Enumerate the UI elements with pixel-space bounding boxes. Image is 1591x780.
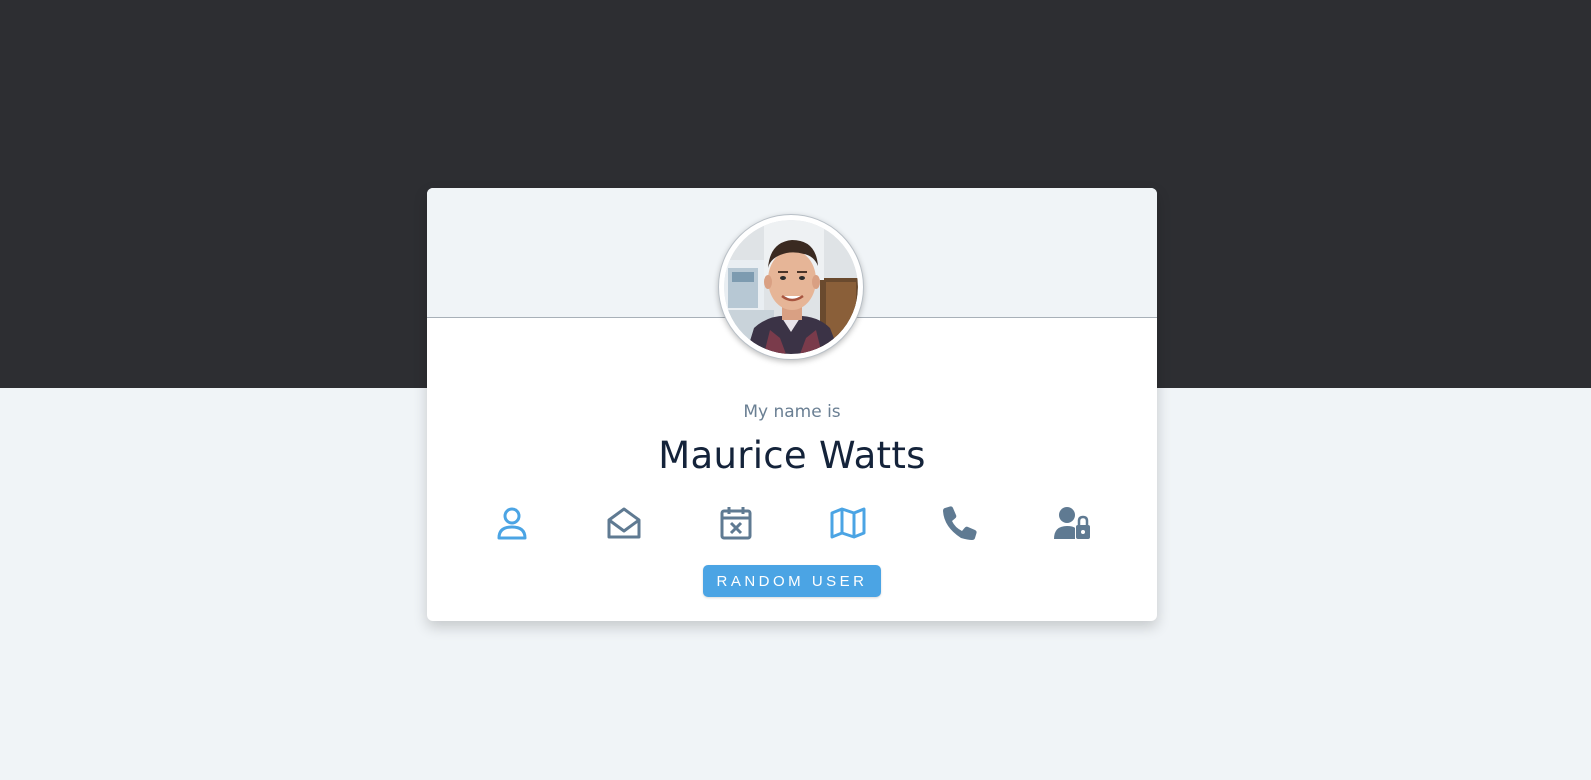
random-user-button[interactable]: RANDOM USER — [703, 565, 881, 597]
phone-icon[interactable] — [904, 503, 1016, 543]
avatar-photo — [724, 220, 858, 354]
info-value: Maurice Watts — [658, 434, 926, 477]
envelope-open-icon[interactable] — [568, 503, 680, 543]
calendar-times-icon[interactable] — [680, 503, 792, 543]
user-card: My name is Maurice Watts RANDOM USER — [427, 188, 1157, 621]
info-icon-row — [456, 503, 1128, 543]
info-label: My name is — [743, 402, 841, 422]
user-lock-icon[interactable] — [1016, 503, 1128, 543]
user-icon[interactable] — [456, 503, 568, 543]
map-icon[interactable] — [792, 503, 904, 543]
avatar — [718, 214, 864, 360]
